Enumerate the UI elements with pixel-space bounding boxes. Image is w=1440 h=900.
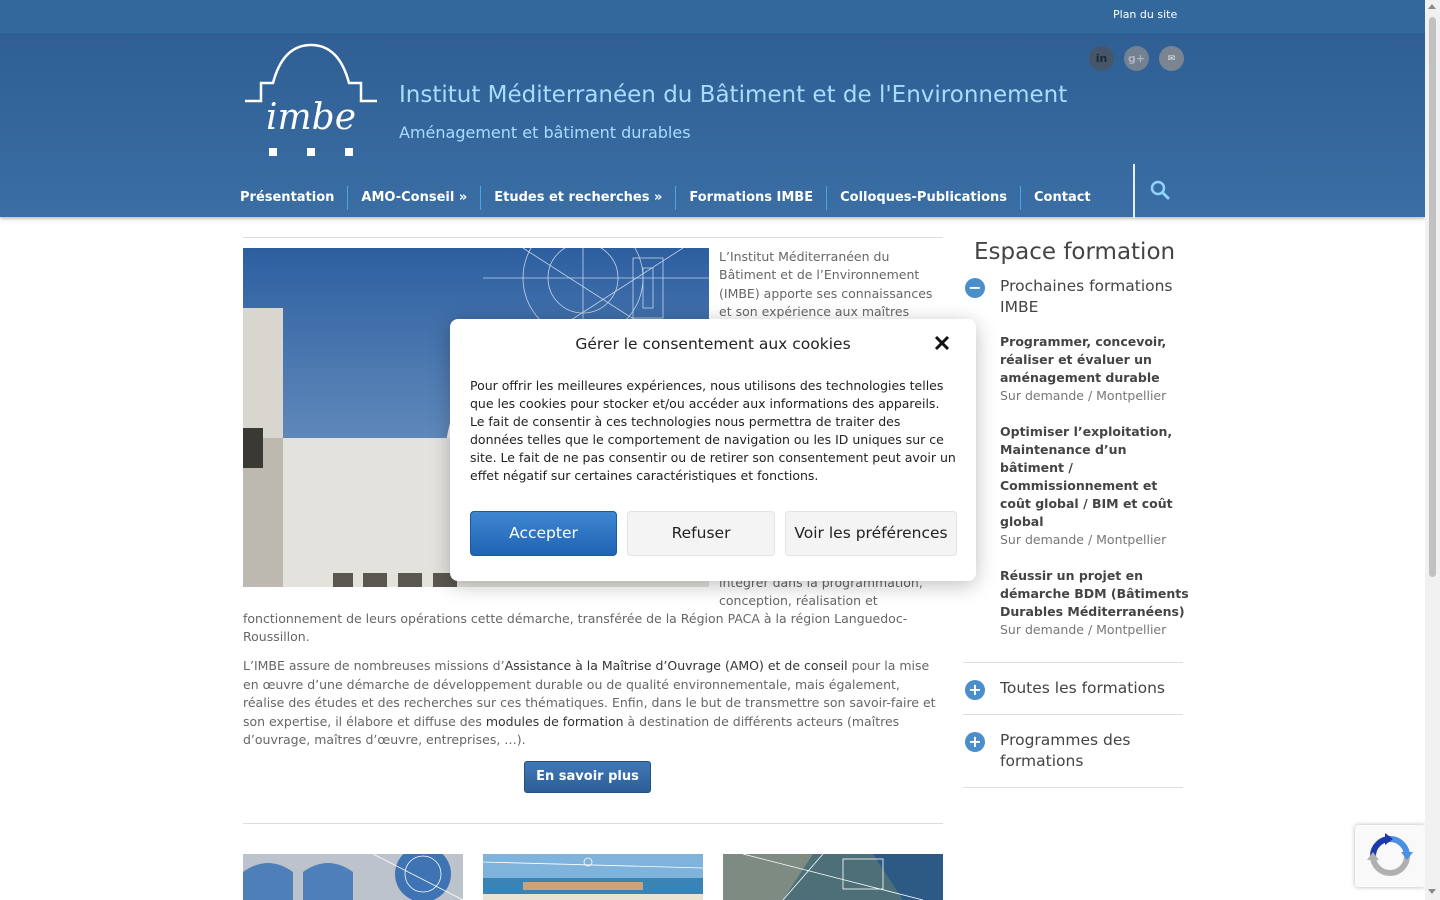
- top-bar: Plan du site: [0, 0, 1425, 35]
- main-nav: Présentation AMO-Conseil » Etudes et rec…: [232, 178, 1104, 218]
- formation-title[interactable]: Programmer, concevoir, réaliser et évalu…: [1000, 333, 1185, 387]
- cookie-consent-modal: Gérer le consentement aux cookies Pour o…: [450, 319, 976, 581]
- content-divider-top: [243, 237, 943, 238]
- nav-item-etudes-recherches[interactable]: Etudes et recherches »: [480, 186, 675, 210]
- sidebar-divider: [963, 662, 1183, 663]
- nav-item-amo-conseil[interactable]: AMO-Conseil »: [347, 186, 480, 210]
- content-divider-bottom: [243, 823, 943, 824]
- search-icon[interactable]: [1149, 179, 1171, 201]
- google-plus-icon[interactable]: g+: [1124, 46, 1149, 71]
- close-icon[interactable]: [931, 332, 953, 354]
- imbe-logo[interactable]: imbe: [243, 43, 379, 159]
- sidebar-divider: [963, 787, 1183, 788]
- recaptcha-badge[interactable]: [1355, 825, 1425, 887]
- learn-more-button[interactable]: En savoir plus: [524, 761, 651, 793]
- formation-title[interactable]: Optimiser l’exploitation, Maintenance d’…: [1000, 423, 1185, 531]
- nav-item-presentation[interactable]: Présentation: [232, 186, 347, 210]
- nav-item-formations[interactable]: Formations IMBE: [675, 186, 826, 210]
- formation-meta: Sur demande / Montpellier: [1000, 532, 1167, 547]
- nav-item-contact[interactable]: Contact: [1020, 186, 1104, 210]
- missions-paragraph: L’IMBE assure de nombreuses missions d’A…: [243, 657, 943, 750]
- missions-text-a: L’IMBE assure de nombreuses missions d’: [243, 658, 505, 673]
- modules-formation-link[interactable]: modules de formation: [486, 714, 624, 729]
- cookie-modal-title: Gérer le consentement aux cookies: [575, 335, 851, 353]
- scrollbar-thumb[interactable]: [1429, 17, 1436, 577]
- accordion-formation-programs[interactable]: Programmes des formations: [1000, 730, 1185, 772]
- amo-conseil-link[interactable]: Assistance à la Maîtrise d’Ouvrage (AMO)…: [505, 658, 848, 673]
- nav-divider: [1133, 164, 1135, 218]
- plus-icon[interactable]: +: [965, 732, 985, 752]
- accept-cookies-button[interactable]: Accepter: [470, 511, 617, 556]
- site-title[interactable]: Institut Méditerranéen du Bâtiment et de…: [399, 82, 1067, 108]
- thumbnail-amo[interactable]: [243, 854, 463, 900]
- linkedin-icon[interactable]: in: [1089, 46, 1114, 71]
- accordion-all-formations[interactable]: Toutes les formations: [1000, 678, 1185, 699]
- refuse-cookies-button[interactable]: Refuser: [627, 511, 775, 556]
- scroll-up-icon[interactable]: [1428, 4, 1436, 9]
- scroll-down-icon[interactable]: [1428, 889, 1436, 894]
- intro-text-end: fonctionnement de leurs opérations cette…: [243, 611, 908, 645]
- cookie-modal-body: Pour offrir les meilleures expériences, …: [470, 378, 956, 483]
- cookie-preferences-button[interactable]: Voir les préférences: [785, 511, 957, 556]
- recaptcha-icon: [1367, 833, 1413, 876]
- plus-icon[interactable]: +: [965, 680, 985, 700]
- formation-title[interactable]: Réussir un projet en démarche BDM (Bâtim…: [1000, 567, 1190, 621]
- email-icon[interactable]: ✉: [1159, 46, 1184, 71]
- sidebar-title: Espace formation: [974, 239, 1176, 265]
- nav-item-colloques[interactable]: Colloques-Publications: [826, 186, 1020, 210]
- thumbnail-etudes[interactable]: [483, 854, 703, 900]
- formation-meta: Sur demande / Montpellier: [1000, 388, 1167, 403]
- logo-text: imbe: [266, 97, 356, 138]
- thumbnail-formations[interactable]: [723, 854, 943, 900]
- site-tagline: Aménagement et bâtiment durables: [399, 123, 691, 142]
- formation-meta: Sur demande / Montpellier: [1000, 622, 1167, 637]
- sitemap-link[interactable]: Plan du site: [1113, 8, 1177, 21]
- sidebar-divider: [963, 714, 1183, 715]
- accordion-upcoming-formations[interactable]: Prochaines formations IMBE: [1000, 276, 1185, 318]
- site-header: imbe Institut Méditerranéen du Bâtiment …: [0, 35, 1425, 218]
- minus-icon[interactable]: −: [965, 278, 985, 298]
